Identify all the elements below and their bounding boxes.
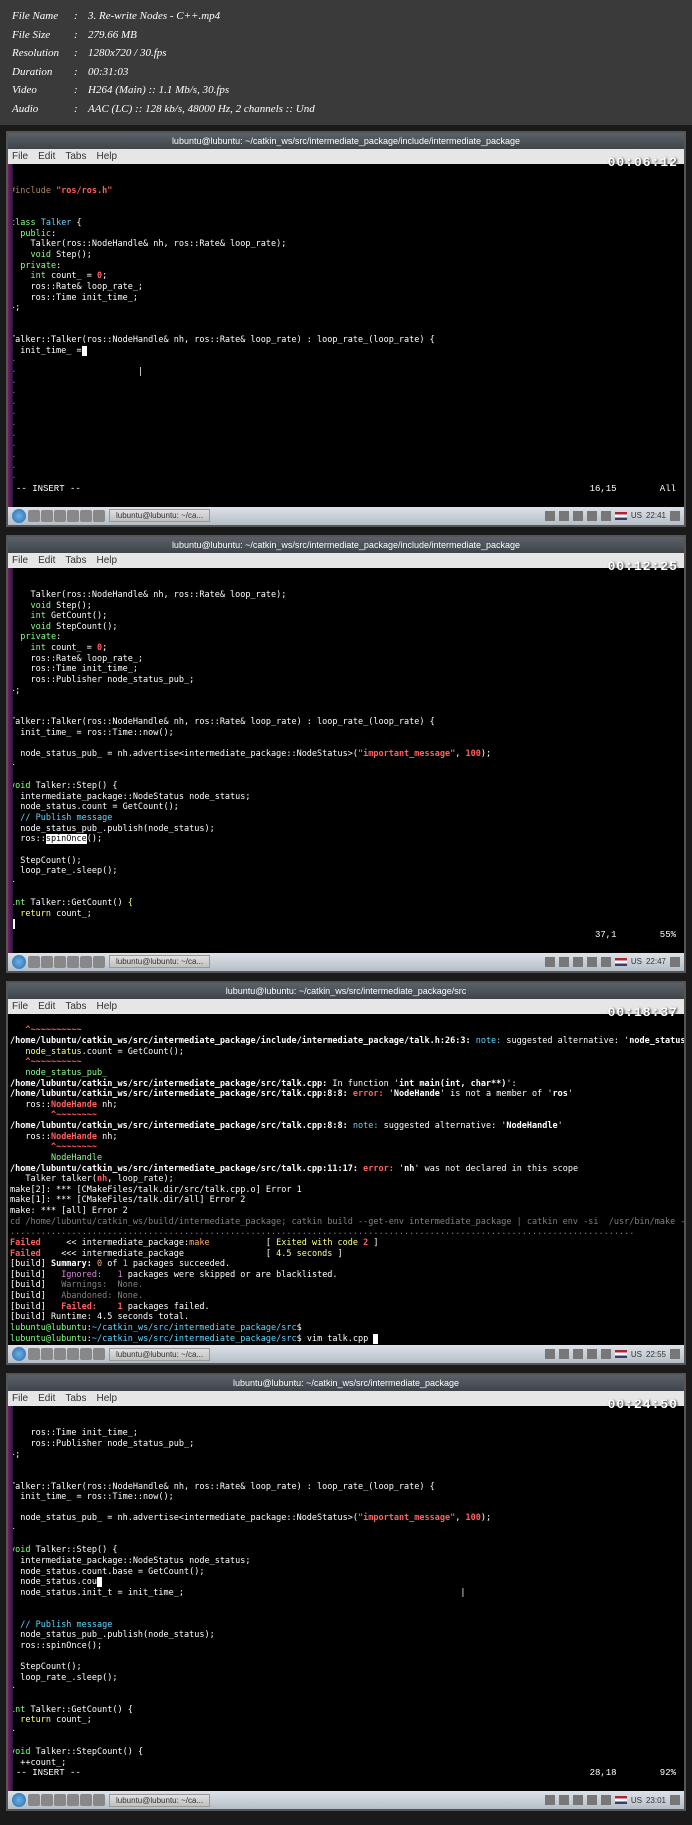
- tray-icon[interactable]: [670, 511, 680, 521]
- screenshot-4: 00:24:50 lubuntu@lubuntu: ~/catkin_ws/sr…: [6, 1373, 686, 1811]
- timestamp-overlay: 00:24:50: [608, 1397, 678, 1412]
- flag-icon: [615, 512, 627, 520]
- tray-icon[interactable]: [587, 511, 597, 521]
- clock[interactable]: 22:47: [646, 957, 666, 966]
- menubar: File Edit Tabs Help: [8, 553, 684, 568]
- taskbar: lubuntu@lubuntu: ~/ca... US 22:47: [8, 953, 684, 971]
- menu-tabs[interactable]: Tabs: [65, 555, 86, 566]
- terminal-editor[interactable]: #include #include "ros/ros.h""ros/ros.h"…: [8, 164, 684, 507]
- taskbar-app[interactable]: lubuntu@lubuntu: ~/ca...: [109, 509, 210, 522]
- menubar: File Edit Tabs Help: [8, 1391, 684, 1406]
- keyboard-indicator[interactable]: US: [631, 957, 642, 966]
- timestamp-overlay: 00:12:25: [608, 559, 678, 574]
- window-titlebar: lubuntu@lubuntu: ~/catkin_ws/src/interme…: [8, 133, 684, 149]
- taskbar: lubuntu@lubuntu: ~/ca... US 22:55: [8, 1345, 684, 1363]
- flag-icon: [615, 1350, 627, 1358]
- window-titlebar: lubuntu@lubuntu: ~/catkin_ws/src/interme…: [8, 983, 684, 999]
- menu-file[interactable]: File: [12, 555, 28, 566]
- taskbar: lubuntu@lubuntu: ~/ca... US 22:41: [8, 507, 684, 525]
- taskbar-app[interactable]: lubuntu@lubuntu: ~/ca...: [109, 1348, 210, 1361]
- window-titlebar: lubuntu@lubuntu: ~/catkin_ws/src/interme…: [8, 537, 684, 553]
- menu-help[interactable]: Help: [96, 1393, 117, 1404]
- flag-icon: [615, 958, 627, 966]
- keyboard-indicator[interactable]: US: [631, 511, 642, 520]
- menu-edit[interactable]: Edit: [38, 151, 55, 162]
- flag-icon: [615, 1796, 627, 1804]
- menu-edit[interactable]: Edit: [38, 1393, 55, 1404]
- media-info: File Name:3. Re-write Nodes - C++.mp4 Fi…: [0, 0, 692, 125]
- keyboard-indicator[interactable]: US: [631, 1350, 642, 1359]
- terminal-output[interactable]: ^~~~~~~~~~~ /home/lubuntu/catkin_ws/src/…: [8, 1014, 684, 1345]
- terminal-editor[interactable]: ros::Time init_time_; ros::Publisher nod…: [8, 1406, 684, 1791]
- vim-mode: -- INSERT --: [16, 1768, 81, 1779]
- menu-help[interactable]: Help: [96, 151, 117, 162]
- screenshot-3: 00:18:37 lubuntu@lubuntu: ~/catkin_ws/sr…: [6, 981, 686, 1365]
- menu-file[interactable]: File: [12, 1001, 28, 1012]
- menu-file[interactable]: File: [12, 151, 28, 162]
- launcher-icon[interactable]: [28, 510, 40, 522]
- terminal-editor[interactable]: Talker(ros::NodeHandle& nh, ros::Rate& l…: [8, 568, 684, 953]
- menu-tabs[interactable]: Tabs: [65, 151, 86, 162]
- launcher-icon[interactable]: [93, 510, 105, 522]
- taskbar: lubuntu@lubuntu: ~/ca... US 23:01: [8, 1791, 684, 1809]
- start-button[interactable]: [12, 1793, 26, 1807]
- screenshot-2: 00:12:25 lubuntu@lubuntu: ~/catkin_ws/sr…: [6, 535, 686, 973]
- tray-icon[interactable]: [573, 511, 583, 521]
- start-button[interactable]: [12, 1347, 26, 1361]
- taskbar-app[interactable]: lubuntu@lubuntu: ~/ca...: [109, 955, 210, 968]
- menubar: File Edit Tabs Help: [8, 149, 684, 164]
- menu-help[interactable]: Help: [96, 1001, 117, 1012]
- menu-help[interactable]: Help: [96, 555, 117, 566]
- taskbar-app[interactable]: lubuntu@lubuntu: ~/ca...: [109, 1794, 210, 1807]
- launcher-icon[interactable]: [54, 510, 66, 522]
- tray-icon[interactable]: [601, 511, 611, 521]
- launcher-icon[interactable]: [67, 510, 79, 522]
- launcher-icon[interactable]: [80, 510, 92, 522]
- menu-edit[interactable]: Edit: [38, 555, 55, 566]
- menubar: File Edit Tabs Help: [8, 999, 684, 1014]
- menu-tabs[interactable]: Tabs: [65, 1001, 86, 1012]
- clock[interactable]: 22:41: [646, 511, 666, 520]
- vim-mode: -- INSERT --: [16, 484, 81, 495]
- clock[interactable]: 23:01: [646, 1796, 666, 1805]
- start-button[interactable]: [12, 509, 26, 523]
- clock[interactable]: 22:55: [646, 1350, 666, 1359]
- tray-icon[interactable]: [559, 511, 569, 521]
- window-titlebar: lubuntu@lubuntu: ~/catkin_ws/src/interme…: [8, 1375, 684, 1391]
- timestamp-overlay: 00:18:37: [608, 1005, 678, 1020]
- start-button[interactable]: [12, 955, 26, 969]
- launcher-icon[interactable]: [41, 510, 53, 522]
- menu-tabs[interactable]: Tabs: [65, 1393, 86, 1404]
- timestamp-overlay: 00:06:12: [608, 155, 678, 170]
- menu-file[interactable]: File: [12, 1393, 28, 1404]
- screenshot-1: 00:06:12 lubuntu@lubuntu: ~/catkin_ws/sr…: [6, 131, 686, 527]
- keyboard-indicator[interactable]: US: [631, 1796, 642, 1805]
- menu-edit[interactable]: Edit: [38, 1001, 55, 1012]
- tray-icon[interactable]: [545, 511, 555, 521]
